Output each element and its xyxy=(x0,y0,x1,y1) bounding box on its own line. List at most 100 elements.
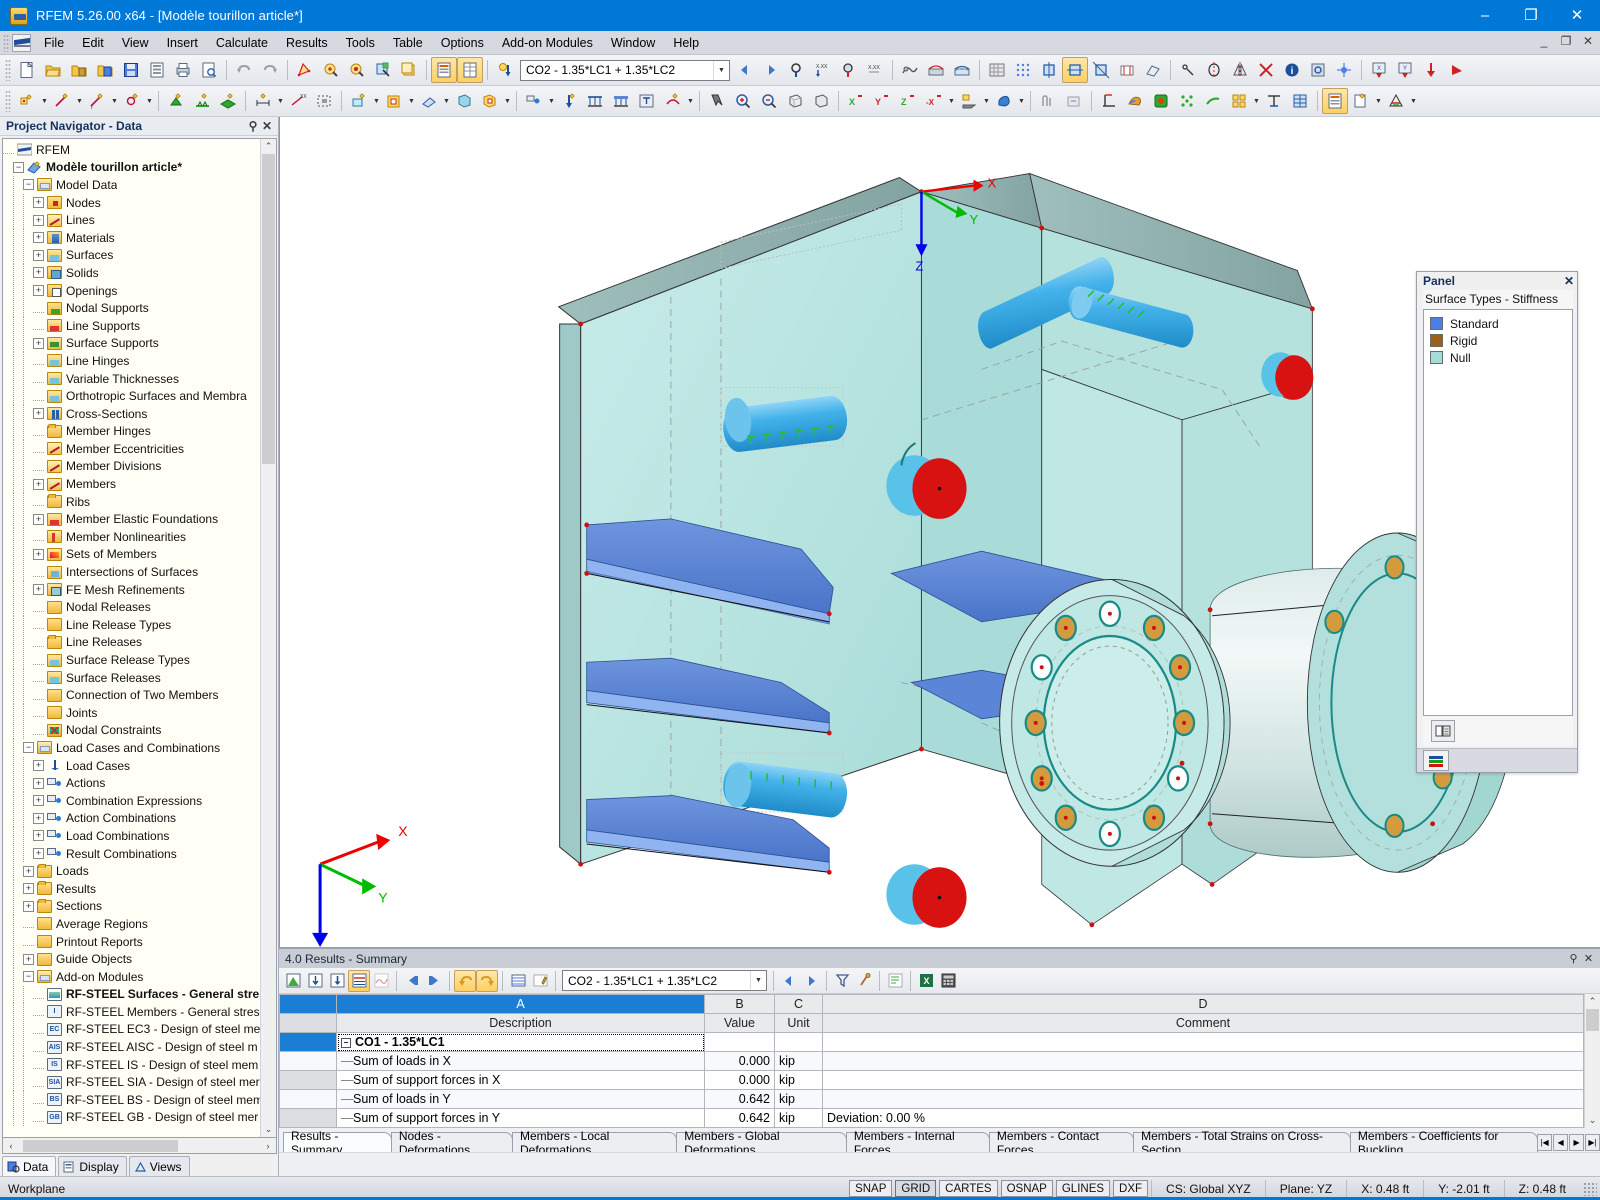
dimension-icon[interactable] xyxy=(250,88,276,114)
tree-item-sets-of-members[interactable]: +Sets of Members xyxy=(3,546,260,564)
report-dropdown[interactable]: ▼ xyxy=(1374,88,1383,114)
previous-load-case-button[interactable] xyxy=(732,57,758,83)
load-in-x-icon[interactable]: X xyxy=(1366,57,1392,83)
tree-item-joints[interactable]: Joints xyxy=(3,704,260,722)
table-filter-icon[interactable] xyxy=(831,970,853,992)
view-side-icon[interactable] xyxy=(1062,57,1088,83)
tree-item-rf-steel-surfaces-general-stre[interactable]: RF-STEEL Surfaces - General stre xyxy=(3,986,260,1004)
tree-item-average-regions[interactable]: Average Regions xyxy=(3,915,260,933)
row-header-cell[interactable] xyxy=(280,1033,337,1052)
model-display-icon[interactable] xyxy=(1035,88,1061,114)
row-header-cell[interactable] xyxy=(280,1071,337,1090)
menu-tools[interactable]: Tools xyxy=(337,33,384,53)
new-member-icon[interactable]: I xyxy=(84,88,110,114)
mdi-restore-button[interactable]: ❐ xyxy=(1558,34,1574,48)
menubar-grip[interactable] xyxy=(3,34,10,52)
results-prev-case-button[interactable] xyxy=(778,970,800,992)
tree-item-lines[interactable]: +Lines xyxy=(3,211,260,229)
tree-item-nodal-releases[interactable]: Nodal Releases xyxy=(3,598,260,616)
view-front-icon[interactable] xyxy=(1036,57,1062,83)
rotate-view-icon[interactable] xyxy=(1201,57,1227,83)
zoom-window-icon[interactable] xyxy=(318,57,344,83)
panel-properties-icon[interactable] xyxy=(1431,720,1455,742)
tab-nav-button-2[interactable]: ▶ xyxy=(1569,1134,1584,1151)
cell-comment[interactable] xyxy=(823,1071,1584,1090)
tree-expand-icon[interactable]: + xyxy=(23,954,34,965)
tree-item-openings[interactable]: +Openings xyxy=(3,282,260,300)
navigator-tree[interactable]: RFEM−Modèle tourillon article*−Model Dat… xyxy=(3,139,260,1137)
render-model-icon[interactable] xyxy=(897,57,923,83)
menu-results[interactable]: Results xyxy=(277,33,337,53)
tree-expand-icon[interactable]: + xyxy=(33,778,44,789)
grid-scroll-up-icon[interactable]: ⌃ xyxy=(1585,994,1600,1009)
table-row[interactable]: —Sum of loads in Y0.642kip xyxy=(280,1090,1584,1109)
cell-comment[interactable] xyxy=(823,1033,1584,1052)
legend-item-null[interactable]: Null xyxy=(1430,349,1566,366)
open-file-icon[interactable] xyxy=(40,57,66,83)
hscroll-thumb[interactable] xyxy=(23,1140,178,1152)
results-grid-main[interactable]: A B C D Description Value Unit xyxy=(279,994,1584,1128)
tree-item-load-combinations[interactable]: +Load Combinations xyxy=(3,827,260,845)
model-3d-scene[interactable]: X Y Z X Y xyxy=(280,117,1600,947)
new-load-case-icon[interactable] xyxy=(521,88,547,114)
new-member-dropdown[interactable]: ▼ xyxy=(110,88,119,114)
zoom-all-icon[interactable] xyxy=(344,57,370,83)
menu-help[interactable]: Help xyxy=(664,33,708,53)
table-settings-icon[interactable] xyxy=(853,970,875,992)
numeric-values-icon[interactable]: X.XX xyxy=(862,57,888,83)
tree-item-line-hinges[interactable]: Line Hinges xyxy=(3,352,260,370)
resize-grip-icon[interactable] xyxy=(1583,1182,1597,1196)
table-row[interactable]: —Sum of support forces in X0.000kip xyxy=(280,1071,1584,1090)
info-icon[interactable]: i xyxy=(1279,57,1305,83)
navigator-vertical-scrollbar[interactable]: ⌃ ⌄ xyxy=(260,139,276,1137)
menu-view[interactable]: View xyxy=(113,33,158,53)
tree-item-rf-steel-ec3-design-of-steel-me[interactable]: ECRF-STEEL EC3 - Design of steel me xyxy=(3,1021,260,1039)
menu-window[interactable]: Window xyxy=(602,33,664,53)
new-rib-dropdown[interactable]: ▼ xyxy=(442,88,451,114)
calculator-icon[interactable] xyxy=(937,970,959,992)
restore-view-icon[interactable] xyxy=(1061,88,1087,114)
tree-item-surface-release-types[interactable]: Surface Release Types xyxy=(3,651,260,669)
tree-item-member-hinges[interactable]: Member Hinges xyxy=(3,423,260,441)
results-panel[interactable]: Panel ✕ Surface Types - Stiffness Standa… xyxy=(1416,271,1578,773)
open-network-icon[interactable] xyxy=(92,57,118,83)
tree-item-sections[interactable]: +Sections xyxy=(3,898,260,916)
select-objects-icon[interactable] xyxy=(292,57,318,83)
cell-unit[interactable]: kip xyxy=(775,1109,823,1128)
cell-unit[interactable] xyxy=(775,1033,823,1052)
shaded-icon[interactable] xyxy=(808,88,834,114)
column-letter-d[interactable]: D xyxy=(823,995,1584,1014)
select-special-icon[interactable] xyxy=(704,88,730,114)
navigator-tab-display[interactable]: Display xyxy=(58,1156,126,1176)
cell-unit[interactable]: kip xyxy=(775,1052,823,1071)
tree-item-actions[interactable]: +Actions xyxy=(3,774,260,792)
results-close-icon[interactable]: ✕ xyxy=(1581,952,1596,965)
zoom-in-icon[interactable] xyxy=(730,88,756,114)
scroll-left-icon[interactable]: ‹ xyxy=(3,1141,19,1151)
panel-close-icon[interactable]: ✕ xyxy=(1564,274,1574,288)
table-next-page-icon[interactable] xyxy=(423,970,445,992)
cell-value[interactable]: 0.000 xyxy=(705,1052,775,1071)
tree-item-result-combinations[interactable]: +Result Combinations xyxy=(3,845,260,863)
tree-collapse-icon[interactable]: − xyxy=(23,742,34,753)
results-chevron-down-icon[interactable]: ▼ xyxy=(750,971,766,990)
new-opening-dropdown[interactable]: ▼ xyxy=(407,88,416,114)
surface-load-icon[interactable] xyxy=(608,88,634,114)
tree-item-cross-sections[interactable]: +Cross-Sections xyxy=(3,405,260,423)
next-load-case-button[interactable] xyxy=(758,57,784,83)
new-file-icon[interactable] xyxy=(14,57,40,83)
tree-item-materials[interactable]: +Materials xyxy=(3,229,260,247)
legend-item-rigid[interactable]: Rigid xyxy=(1430,332,1566,349)
tree-item-line-releases[interactable]: Line Releases xyxy=(3,634,260,652)
tree-item-guide-objects[interactable]: +Guide Objects xyxy=(3,950,260,968)
view-in-y-icon[interactable]: Y xyxy=(869,88,895,114)
cell-comment[interactable]: Deviation: 0.00 % xyxy=(823,1109,1584,1128)
tree-item-member-eccentricities[interactable]: Member Eccentricities xyxy=(3,440,260,458)
results-tab-strip[interactable]: Results - SummaryNodes - DeformationsMem… xyxy=(279,1128,1600,1152)
wireframe-icon[interactable] xyxy=(782,88,808,114)
tree-item-combination-expressions[interactable]: +Combination Expressions xyxy=(3,792,260,810)
view-perspective-icon[interactable] xyxy=(1140,57,1166,83)
results-values-icon[interactable] xyxy=(836,57,862,83)
load-case-select-icon[interactable] xyxy=(492,57,518,83)
zoom-out-icon[interactable] xyxy=(756,88,782,114)
